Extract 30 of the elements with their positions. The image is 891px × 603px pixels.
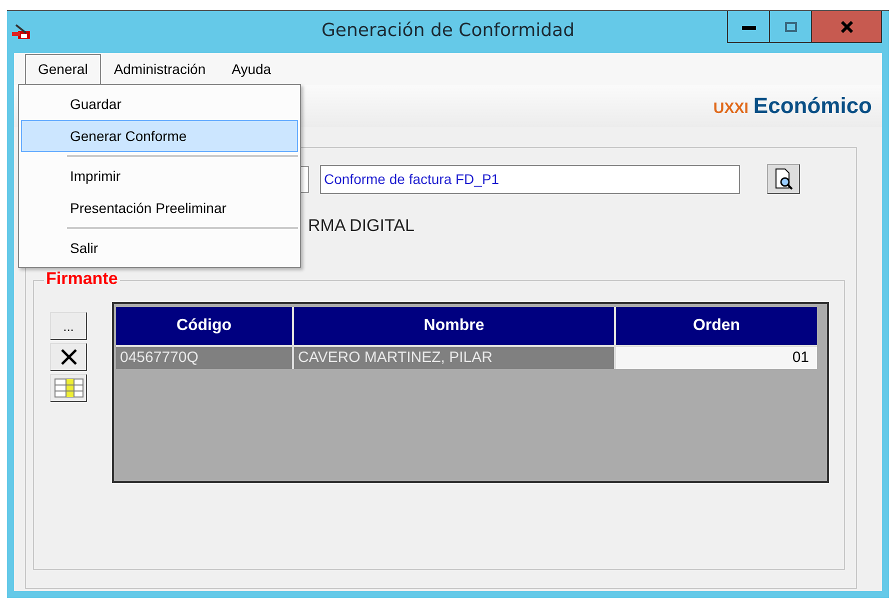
- menu-option[interactable]: Presentación Preeliminar: [21, 192, 298, 224]
- maximize-icon: [784, 22, 796, 32]
- logo-prefix: UXXI: [713, 100, 748, 117]
- menu-item[interactable]: General: [25, 54, 101, 85]
- column-header[interactable]: Nombre: [294, 307, 616, 345]
- section-label: RMA DIGITAL: [308, 216, 416, 236]
- close-icon: [840, 20, 852, 32]
- logo-name: Económico: [753, 93, 872, 118]
- menu-item[interactable]: Administración: [100, 54, 219, 85]
- menu-item[interactable]: Ayuda: [218, 54, 284, 85]
- menu-option[interactable]: Salir: [21, 232, 298, 264]
- menu-option[interactable]: Imprimir: [21, 160, 298, 192]
- column-header[interactable]: Código: [116, 307, 294, 345]
- table-icon: [54, 378, 84, 398]
- window-title: Generación de Conformidad: [321, 20, 575, 41]
- close-button[interactable]: [812, 11, 881, 42]
- document-search-icon: [774, 168, 794, 190]
- preview-button[interactable]: [767, 164, 800, 194]
- menu-option[interactable]: Generar Conforme: [21, 120, 298, 152]
- description-field[interactable]: Conforme de factura FD_P1: [320, 164, 740, 194]
- column-header[interactable]: Orden: [616, 307, 817, 345]
- cross-icon: [60, 348, 78, 366]
- delete-button[interactable]: [50, 343, 87, 371]
- minimize-icon: [742, 24, 756, 30]
- grid-button[interactable]: [50, 374, 87, 402]
- table-cell: 04567770Q: [116, 347, 294, 369]
- table-cell: CAVERO MARTINEZ, PILAR: [294, 347, 616, 369]
- table-cell: 01: [616, 347, 817, 369]
- menu-option[interactable]: Guardar: [21, 88, 298, 120]
- browse-button[interactable]: ...: [50, 312, 87, 340]
